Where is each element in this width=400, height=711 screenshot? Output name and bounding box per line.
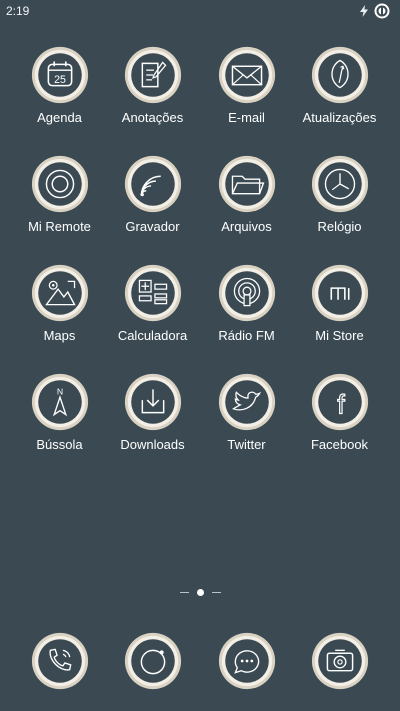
twitter-icon	[218, 373, 275, 431]
app-label: E-mail	[228, 110, 265, 125]
dock-browser[interactable]	[106, 630, 199, 692]
calendar-day: 25	[54, 74, 66, 86]
app-mi-remote[interactable]: Mi Remote	[13, 153, 106, 234]
app-relogio[interactable]: Relógio	[293, 153, 386, 234]
app-row-4: N Bússola Downloads Twitter f Facebook	[0, 371, 400, 480]
page-dot-3	[211, 591, 221, 593]
dock-phone[interactable]	[13, 630, 106, 692]
dock-camera[interactable]	[293, 630, 386, 692]
app-label: Bússola	[36, 437, 83, 452]
app-label: Anotações	[121, 110, 184, 125]
bolt-icon	[360, 5, 368, 17]
app-radio-fm[interactable]: Rádio FM	[200, 262, 293, 343]
app-agenda[interactable]: 25 Agenda	[13, 44, 106, 125]
notes-icon	[124, 46, 181, 104]
camera-icon	[311, 632, 368, 690]
app-anotacoes[interactable]: Anotações	[106, 44, 199, 125]
app-label: Twitter	[227, 437, 266, 452]
recorder-icon	[124, 155, 181, 213]
app-maps[interactable]: Maps	[13, 262, 106, 343]
app-label: Facebook	[310, 437, 369, 452]
compass-letter: N	[56, 386, 62, 396]
app-label: Downloads	[120, 437, 185, 452]
calendar-icon: 25	[31, 46, 88, 104]
app-label: Rádio FM	[218, 328, 275, 343]
facebook-letter: f	[337, 389, 345, 420]
app-label: Atualizações	[302, 110, 377, 125]
update-icon	[311, 46, 368, 104]
compass-icon: N	[31, 373, 88, 431]
app-row-1: 25 Agenda Anotações E-mail Atualizações	[0, 44, 400, 153]
map-icon	[31, 264, 88, 322]
page-dot-1	[179, 591, 189, 593]
app-bussola[interactable]: N Bússola	[13, 371, 106, 452]
browser-icon	[124, 632, 181, 690]
app-label: Gravador	[125, 219, 180, 234]
app-label: Mi Store	[315, 328, 364, 343]
calculator-icon	[124, 264, 181, 322]
mi-store-icon	[311, 264, 368, 322]
download-icon	[124, 373, 181, 431]
remote-icon	[31, 155, 88, 213]
phone-icon	[31, 632, 88, 690]
app-twitter[interactable]: Twitter	[200, 371, 293, 452]
app-email[interactable]: E-mail	[200, 44, 293, 125]
app-mi-store[interactable]: Mi Store	[293, 262, 386, 343]
status-time: 2:19	[6, 4, 30, 18]
app-label: Arquivos	[221, 219, 272, 234]
dock-messages[interactable]	[200, 630, 293, 692]
app-grid: 25 Agenda Anotações E-mail Atualizações …	[0, 44, 400, 480]
status-bar: 2:19	[0, 0, 400, 24]
app-label: Maps	[43, 328, 76, 343]
app-facebook[interactable]: f Facebook	[293, 371, 386, 452]
app-label: Agenda	[37, 110, 82, 125]
app-gravador[interactable]: Gravador	[106, 153, 199, 234]
app-arquivos[interactable]: Arquivos	[200, 153, 293, 234]
app-row-2: Mi Remote Gravador Arquivos Relógio	[0, 153, 400, 262]
data-saver-icon	[374, 3, 390, 19]
facebook-icon: f	[311, 373, 368, 431]
page-indicator[interactable]	[0, 585, 400, 599]
app-label: Relógio	[317, 219, 362, 234]
app-atualizacoes[interactable]: Atualizações	[293, 44, 386, 125]
app-label: Mi Remote	[28, 219, 91, 234]
status-icons	[360, 3, 390, 19]
dock	[0, 630, 400, 694]
app-downloads[interactable]: Downloads	[106, 371, 199, 452]
folder-icon	[218, 155, 275, 213]
clock-icon	[311, 155, 368, 213]
page-dot-2-active	[196, 588, 204, 596]
app-row-3: Maps Calculadora Rádio FM Mi Store	[0, 262, 400, 371]
radio-icon	[218, 264, 275, 322]
app-label: Calculadora	[117, 328, 188, 343]
messages-icon	[218, 632, 275, 690]
app-calculadora[interactable]: Calculadora	[106, 262, 199, 343]
mail-icon	[218, 46, 275, 104]
